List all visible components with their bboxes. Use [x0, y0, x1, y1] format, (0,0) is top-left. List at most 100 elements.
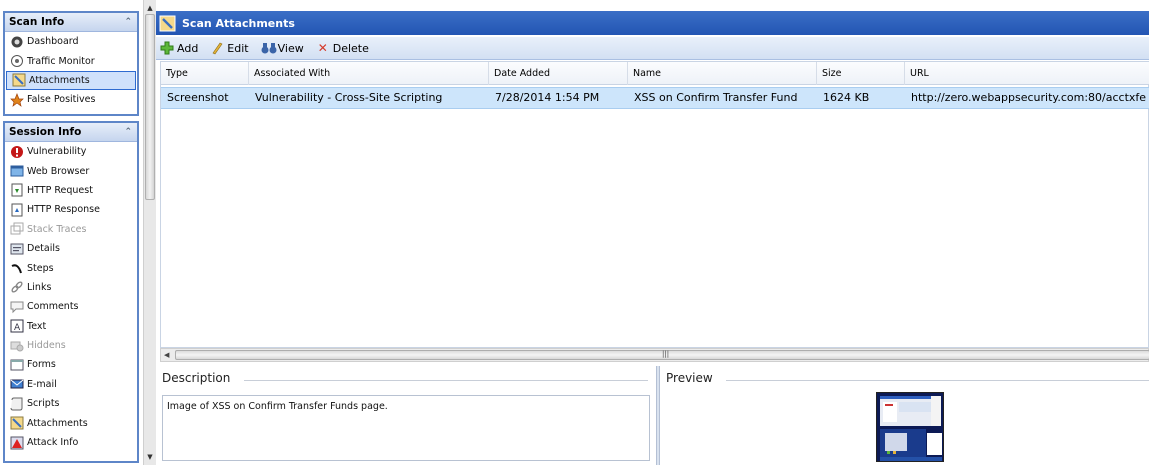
divider-line: [726, 380, 1149, 381]
scan-info-title: Scan Info: [9, 16, 65, 28]
nav-item-http-request[interactable]: HTTP Request: [5, 181, 137, 200]
nav-item-dashboard[interactable]: Dashboard: [5, 32, 137, 51]
nav-item-traffic-monitor[interactable]: Traffic Monitor: [5, 51, 137, 70]
column-header-url[interactable]: URL: [905, 62, 1149, 85]
session-info-header[interactable]: Session Info ⌃: [5, 123, 137, 142]
nav-item-label: HTTP Response: [27, 204, 100, 216]
scan-attachments-panel: Scan Attachments Add Edit View ✕ Delete: [156, 0, 1149, 465]
delete-icon: ✕: [317, 41, 328, 55]
nav-item-comments[interactable]: Comments: [5, 297, 137, 316]
panel-title: Scan Attachments: [182, 16, 295, 30]
attachments-icon: [12, 73, 26, 87]
nav-item-http-response[interactable]: HTTP Response: [5, 200, 137, 219]
vulnerability-icon: [10, 145, 24, 159]
nav-item-text[interactable]: A Text: [5, 317, 137, 336]
view-button[interactable]: View: [261, 41, 304, 55]
attachments-table: Type Associated With Date Added Name Siz…: [160, 61, 1149, 348]
nav-item-label: E-mail: [27, 378, 57, 390]
scroll-thumb[interactable]: [145, 14, 155, 200]
grip-icon: |||: [662, 350, 670, 358]
attachments-icon: [10, 416, 24, 430]
nav-item-label: Vulnerability: [27, 146, 87, 158]
attack-info-icon: [10, 436, 24, 450]
nav-item-label: Steps: [27, 262, 54, 274]
collapse-icon[interactable]: ⌃: [124, 127, 132, 137]
cell-type: Screenshot: [167, 91, 229, 104]
table-row[interactable]: Screenshot Vulnerability - Cross-Site Sc…: [161, 87, 1149, 109]
scan-info-header[interactable]: Scan Info ⌃: [5, 13, 137, 32]
nav-item-attachments[interactable]: Attachments: [5, 413, 137, 432]
scroll-up-icon[interactable]: ▲: [144, 2, 156, 14]
scan-info-panel: Scan Info ⌃ Dashboard Traffic Monitor At…: [3, 11, 139, 116]
edit-button[interactable]: Edit: [210, 41, 249, 55]
nav-item-label: Traffic Monitor: [27, 55, 95, 67]
screenshot-thumbnail-image: [877, 393, 943, 461]
preview-thumbnail[interactable]: [876, 392, 944, 462]
preview-title: Preview: [666, 371, 719, 385]
email-icon: [10, 377, 24, 391]
nav-item-label: Hiddens: [27, 340, 66, 352]
nav-scrollbar[interactable]: ▲ ▼: [143, 0, 156, 465]
column-header-name[interactable]: Name: [628, 62, 817, 85]
scroll-down-icon[interactable]: ▼: [144, 451, 156, 463]
cell-size: 1624 KB: [823, 91, 870, 104]
nav-item-label: Attachments: [29, 74, 90, 86]
hiddens-icon: [10, 339, 24, 353]
collapse-icon[interactable]: ⌃: [124, 17, 132, 27]
nav-item-forms[interactable]: Forms: [5, 355, 137, 374]
web-browser-icon: [10, 164, 24, 178]
nav-item-steps[interactable]: Steps: [5, 258, 137, 277]
svg-text:A: A: [14, 323, 21, 333]
nav-item-vulnerability[interactable]: Vulnerability: [5, 142, 137, 161]
add-button[interactable]: Add: [160, 41, 198, 55]
nav-item-hiddens[interactable]: Hiddens: [5, 336, 137, 355]
session-info-title: Session Info: [9, 126, 82, 138]
false-positives-icon: [10, 92, 24, 107]
http-request-icon: [10, 183, 24, 197]
pencil-icon: [210, 41, 224, 55]
forms-icon: [10, 358, 24, 372]
nav-item-label: Web Browser: [27, 165, 90, 177]
comments-icon: [10, 300, 24, 314]
column-header-associated-with[interactable]: Associated With: [249, 62, 489, 85]
dashboard-icon: [10, 35, 24, 49]
nav-item-stack-traces[interactable]: Stack Traces: [5, 220, 137, 239]
column-header-date-added[interactable]: Date Added: [489, 62, 628, 85]
nav-item-web-browser[interactable]: Web Browser: [5, 161, 137, 180]
nav-item-details[interactable]: Details: [5, 239, 137, 258]
app-window: Scan Info ⌃ Dashboard Traffic Monitor At…: [0, 0, 1149, 465]
view-label: View: [277, 41, 304, 55]
delete-label: Delete: [332, 41, 369, 55]
nav-item-scripts[interactable]: Scripts: [5, 394, 137, 413]
column-header-size[interactable]: Size: [817, 62, 905, 85]
nav-item-label: Comments: [27, 301, 79, 313]
nav-item-false-positives[interactable]: False Positives: [5, 90, 137, 109]
toolbar: Add Edit View ✕ Delete: [156, 37, 1149, 60]
scroll-left-icon[interactable]: ◀: [164, 349, 169, 361]
http-response-icon: [10, 203, 24, 217]
cell-name: XSS on Confirm Transfer Fund: [634, 91, 798, 104]
cell-url: http://zero.webappsecurity.com:80/acctxf…: [911, 91, 1147, 104]
column-header-type[interactable]: Type: [161, 62, 249, 85]
horizontal-scrollbar[interactable]: ◀ |||: [160, 348, 1149, 362]
nav-item-links[interactable]: Links: [5, 278, 137, 297]
nav-item-label: Details: [27, 243, 60, 255]
delete-button[interactable]: ✕ Delete: [316, 41, 369, 55]
scroll-thumb[interactable]: |||: [175, 350, 1149, 360]
scripts-icon: [10, 397, 24, 411]
cell-associated-with: Vulnerability - Cross-Site Scripting: [255, 91, 443, 104]
traffic-monitor-icon: [10, 54, 24, 68]
nav-item-attachments[interactable]: Attachments: [6, 70, 136, 91]
nav-item-label: HTTP Request: [27, 184, 93, 196]
description-field[interactable]: Image of XSS on Confirm Transfer Funds p…: [162, 395, 650, 461]
table-header: Type Associated With Date Added Name Siz…: [161, 62, 1149, 85]
nav-item-label: Links: [27, 281, 52, 293]
session-info-panel: Session Info ⌃ Vulnerability Web Browser…: [3, 121, 139, 463]
nav-item-label: Stack Traces: [27, 223, 87, 235]
pane-splitter[interactable]: [656, 366, 660, 465]
left-navigation: Scan Info ⌃ Dashboard Traffic Monitor At…: [0, 0, 143, 465]
edit-label: Edit: [227, 41, 249, 55]
nav-item-attack-info[interactable]: Attack Info: [5, 433, 137, 452]
nav-item-label: Text: [27, 320, 47, 332]
nav-item-email[interactable]: E-mail: [5, 375, 137, 394]
